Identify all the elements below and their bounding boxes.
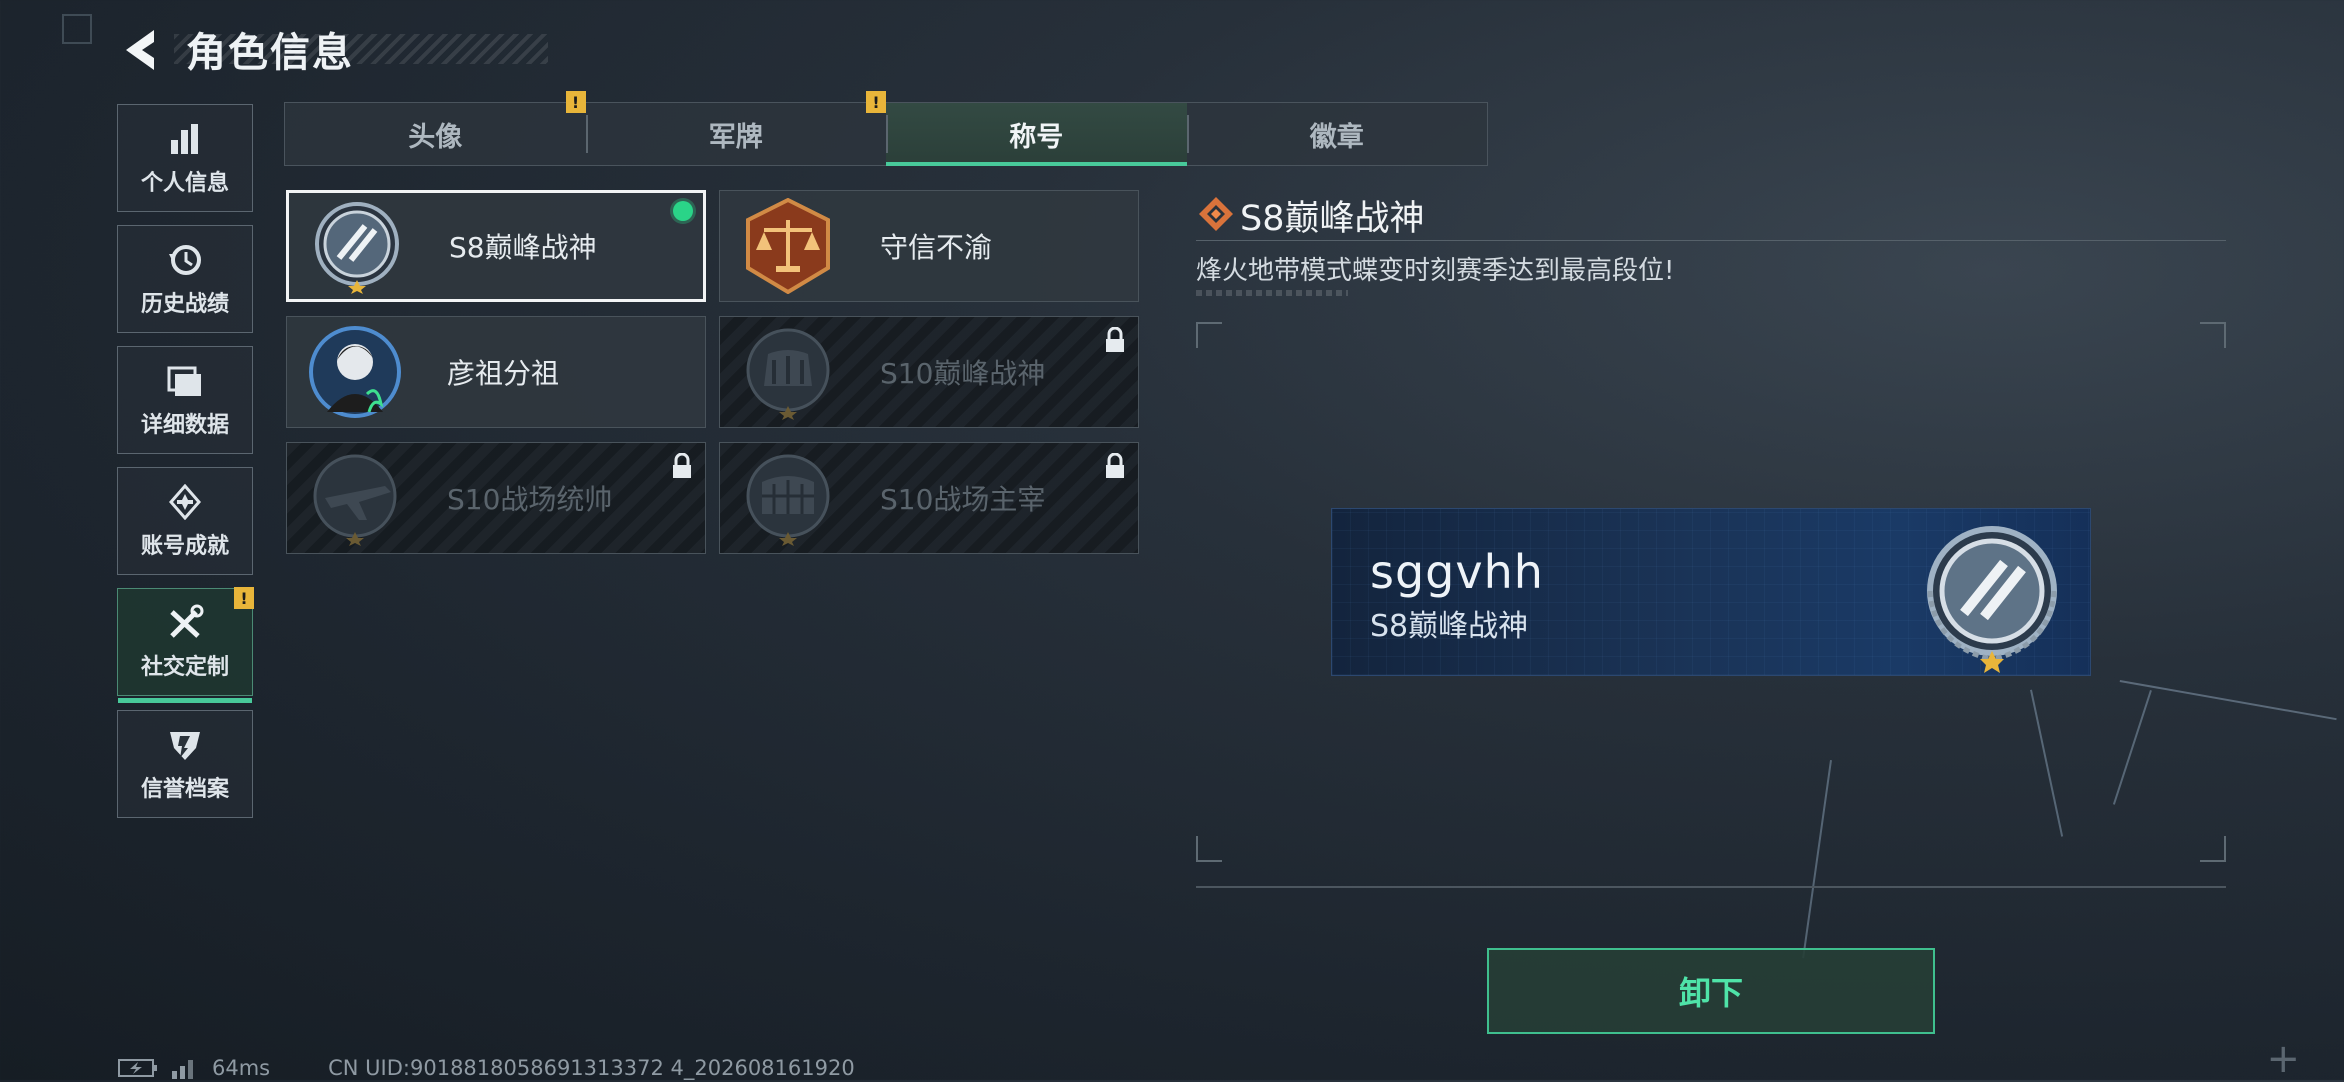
scales-emblem-icon [746, 198, 830, 294]
lock-icon [1106, 453, 1124, 478]
divider [1196, 240, 2226, 241]
aircraft-emblem-icon [313, 454, 397, 546]
divider [1196, 886, 2226, 888]
title-card[interactable]: S10战场主宰 [719, 442, 1139, 554]
unequip-button[interactable]: 卸下 [1487, 948, 1935, 1034]
tab-label: 军牌 [708, 121, 763, 153]
title-name: 守信不渝 [880, 231, 993, 264]
rank-diamond-icon [1199, 197, 1233, 231]
sidebar-item-label: 账号成就 [140, 534, 229, 559]
sidebar-item-achievements[interactable]: 账号成就 [117, 467, 253, 575]
title-card[interactable]: S8巅峰战神 [286, 190, 706, 302]
sidebar-item-label: 详细数据 [140, 413, 229, 438]
sidebar-item-label: 社交定制 [140, 655, 229, 680]
status-bar: 64ms CN UID:9018818058691313372 4_202608… [118, 1056, 855, 1080]
sidebar-item-reputation[interactable]: 信誉档案 [117, 710, 253, 818]
detail-title: S8巅峰战神 [1240, 199, 1425, 239]
ping-value: 64ms [212, 1056, 271, 1080]
peak-warrior-emblem-icon [315, 202, 399, 294]
sidebar-item-history[interactable]: 历史战绩 [117, 225, 253, 333]
title-name: S8巅峰战神 [449, 231, 597, 264]
portrait-emblem-icon [309, 326, 401, 418]
peak-warrior-emblem-icon [1927, 526, 2057, 673]
achievement-icon [165, 482, 205, 522]
sidebar-item-details[interactable]: 详细数据 [117, 346, 253, 454]
warning-badge: ! [565, 91, 586, 113]
tab-label: 称号 [1009, 121, 1064, 153]
shield-icon [165, 725, 205, 765]
title-card[interactable]: 守信不渝 [719, 190, 1139, 302]
title-card[interactable]: S10巅峰战神 [719, 316, 1139, 428]
title-card[interactable]: 彦祖分祖 [286, 316, 706, 428]
battery-icon [118, 1059, 157, 1077]
warning-badge: ! [234, 587, 254, 609]
decor-dots [1196, 290, 1348, 296]
tools-icon [165, 603, 205, 643]
signal-icon [172, 1060, 193, 1079]
sidebar-item-profile[interactable]: 个人信息 [117, 104, 253, 212]
tab-title[interactable]: 称号 [886, 103, 1187, 166]
tab-label: 头像 [408, 121, 463, 153]
uid-text: CN UID:9018818058691313372 4_20260816192… [328, 1056, 855, 1080]
page-title: 角色信息 [186, 30, 354, 76]
tab-dogtag[interactable]: 军牌 ! [585, 91, 886, 165]
corner-frame [62, 14, 92, 44]
tab-avatar[interactable]: 头像 ! [285, 91, 586, 165]
title-name: 彦祖分祖 [447, 357, 560, 390]
sidebar-item-label: 个人信息 [140, 171, 229, 196]
sidebar-item-social[interactable]: 社交定制 ! [117, 587, 254, 703]
bar-chart-icon [165, 119, 205, 159]
lock-icon [1106, 327, 1124, 352]
tab-badge[interactable]: 徽章 [1186, 103, 1488, 165]
lock-icon [673, 453, 691, 478]
title-name: S10战场统帅 [447, 483, 613, 516]
back-button[interactable] [118, 28, 162, 72]
sidebar-item-label: 历史战绩 [140, 292, 229, 317]
warning-badge: ! [866, 91, 886, 113]
plus-icon: + [2266, 1036, 2300, 1082]
nameplate-title: S8巅峰战神 [1370, 609, 1529, 644]
sidebar-item-label: 信誉档案 [140, 777, 229, 802]
colosseum-emblem-icon [746, 454, 830, 546]
tab-label: 徽章 [1309, 121, 1364, 153]
folder-icon [165, 361, 205, 401]
back-arrow-icon [126, 30, 154, 70]
title-name: S10战场主宰 [880, 483, 1046, 516]
title-name: S10巅峰战神 [880, 357, 1046, 390]
history-icon [165, 240, 205, 280]
title-card[interactable]: S10战场统帅 [286, 442, 706, 554]
nameplate-preview: sggvhh S8巅峰战神 [1331, 508, 2091, 676]
title-category-tabs: 头像 ! 军牌 ! 称号 徽章 [284, 91, 1488, 166]
detail-description: 烽火地带模式蝶变时刻赛季达到最高段位! [1196, 256, 1675, 286]
equipped-indicator [673, 201, 693, 221]
nameplate-username: sggvhh [1370, 545, 1544, 599]
colosseum-emblem-icon [746, 328, 830, 420]
